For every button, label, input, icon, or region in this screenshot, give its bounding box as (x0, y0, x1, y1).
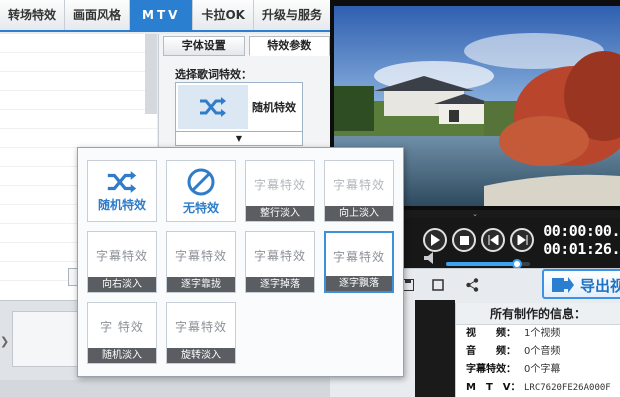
play-button[interactable] (423, 228, 447, 252)
shuffle-icon (107, 170, 137, 193)
list-row[interactable] (0, 129, 157, 148)
effect-tile-random[interactable]: 随机特效 (87, 160, 157, 222)
no-effect-icon (187, 168, 215, 195)
list-row[interactable] (0, 110, 157, 129)
list-row[interactable] (0, 53, 157, 72)
list-scrollbar[interactable] (145, 34, 157, 114)
tab-karaoke[interactable]: 卡拉OK (193, 0, 254, 30)
volume-fill (446, 262, 518, 266)
effect-preview-text: 字 特效 (100, 319, 144, 334)
next-button[interactable] (510, 228, 534, 252)
tab-effect-params[interactable]: 特效参数 (248, 36, 330, 56)
info-title: 所有制作的信息： (456, 303, 620, 325)
preview-bottom-panel (415, 300, 455, 397)
effect-dropdown-toggle[interactable]: ▼ (175, 132, 303, 146)
list-row[interactable] (0, 91, 157, 110)
info-row-video: 视 频： 1个视频 (466, 328, 561, 339)
tab-picture-style[interactable]: 画面风格 (65, 0, 131, 30)
effect-preview-text: 字幕特效 (332, 177, 385, 192)
share-icon[interactable] (466, 278, 479, 292)
lyric-effects-popup: 随机特效 无特效 字幕特效 整行淡入 字幕特效 向上淡入 字幕特效 向右淡入 字… (77, 147, 404, 377)
export-icon (552, 277, 574, 293)
effect-preview-text: 字幕特效 (253, 248, 306, 263)
next-icon (517, 235, 527, 245)
total-time: 00:01:26. (543, 240, 620, 258)
effect-label: 无特效 (182, 200, 219, 215)
effect-tile-right-fade[interactable]: 字幕特效 向右淡入 (87, 231, 157, 293)
play-icon (431, 234, 440, 246)
effect-tile-rotate-fade[interactable]: 字幕特效 旋转淡入 (166, 302, 236, 364)
effect-preview-text: 字幕特效 (95, 248, 148, 263)
selected-effect-box[interactable]: 随机特效 (175, 82, 303, 132)
info-row-audio: 音 频： 0个音频 (466, 346, 561, 357)
effect-label: 旋转淡入 (167, 348, 235, 363)
export-video-button[interactable]: 导出视 (542, 269, 620, 299)
current-time: 00:00:00. (543, 222, 620, 240)
effect-label: 向右淡入 (88, 277, 156, 292)
tab-transition-effects[interactable]: 转场特效 (0, 0, 66, 30)
timeline-scrollbar[interactable] (0, 380, 330, 397)
previous-button[interactable] (481, 228, 505, 252)
effect-label: 逐字掉落 (246, 277, 314, 292)
tab-font-settings[interactable]: 字体设置 (163, 36, 245, 56)
effect-label: 随机特效 (97, 197, 146, 212)
info-row-mtv: M T V： LRC7620FE26A000F (466, 382, 611, 393)
effect-label: 逐字飘落 (326, 276, 392, 291)
effect-preview-text: 字幕特效 (253, 177, 306, 192)
effect-tile-char-float[interactable]: 字幕特效 逐字飘落 (324, 231, 394, 293)
fullscreen-icon[interactable] (432, 279, 444, 291)
info-row-subtitle: 字幕特效： 0个字幕 (466, 364, 561, 375)
tab-mtv[interactable]: MTV (130, 0, 194, 30)
volume-icon[interactable] (424, 252, 438, 264)
effect-preview-text: 字幕特效 (174, 248, 227, 263)
production-info-panel: 所有制作的信息： 视 频： 1个视频 音 频： 0个音频 字幕特效： 0个字幕 M T… (455, 303, 620, 397)
effect-tile-none[interactable]: 无特效 (166, 160, 236, 222)
stop-button[interactable] (452, 228, 476, 252)
selected-effect-label: 随机特效 (252, 101, 296, 114)
effect-label: 整行淡入 (246, 206, 314, 221)
effect-label: 向上淡入 (325, 206, 393, 221)
effect-preview-text: 字幕特效 (174, 319, 227, 334)
effect-label: 逐字靠拢 (167, 277, 235, 292)
main-tab-bar: 转场特效 画面风格 MTV 卡拉OK 升级与服务 (0, 0, 331, 32)
tab-upgrade-service[interactable]: 升级与服务 (254, 0, 331, 30)
effect-preview-text: 字幕特效 (332, 249, 385, 264)
effect-tile-up-fade[interactable]: 字幕特效 向上淡入 (324, 160, 394, 222)
shuffle-icon (178, 85, 248, 129)
list-row[interactable] (0, 72, 157, 91)
effect-label: 随机淡入 (88, 348, 156, 363)
select-effect-label: 选择歌词特效： (175, 68, 252, 81)
effect-tile-random-fade[interactable]: 字 特效 随机淡入 (87, 302, 157, 364)
list-row[interactable] (0, 34, 157, 53)
volume-slider[interactable] (446, 259, 530, 269)
timeline-expand-icon[interactable]: ❯ (0, 335, 9, 348)
effect-tile-char-gather[interactable]: 字幕特效 逐字靠拢 (166, 231, 236, 293)
effect-tile-line-fade[interactable]: 字幕特效 整行淡入 (245, 160, 315, 222)
export-label: 导出视 (580, 277, 620, 295)
effect-tile-char-drop[interactable]: 字幕特效 逐字掉落 (245, 231, 315, 293)
previous-icon (488, 235, 498, 245)
stop-icon (459, 235, 469, 245)
